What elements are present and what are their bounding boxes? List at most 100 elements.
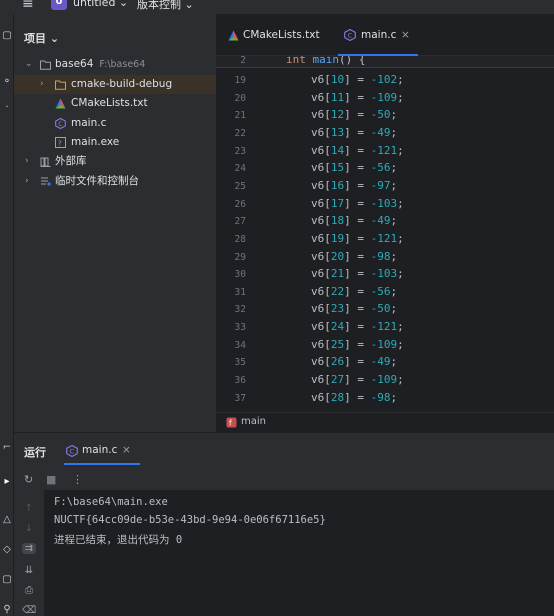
run-tab-label: main.c — [82, 444, 118, 456]
project-panel: 项目 ⌄ ⌄ base64 F:\base64 › cmake-build-deb… — [14, 14, 216, 432]
console-line: F:\base64\main.exe — [54, 496, 168, 508]
tree-item-main-c[interactable]: C main.c — [14, 114, 216, 133]
tab-label: main.c — [361, 29, 397, 41]
code-line: v6[14] = -121; — [311, 143, 404, 157]
line-number: 37 — [234, 392, 246, 404]
code-editor[interactable]: 2 int main() { 19 v6[10] = -102; 20 v6[11] … — [216, 56, 554, 412]
chevron-right-icon[interactable]: › — [25, 172, 29, 191]
code-line: v6[23] = -50; — [311, 302, 398, 316]
tree-label-base64: base64 — [55, 58, 94, 70]
tab-label: CMakeLists.txt — [243, 29, 320, 41]
problems-tool-icon[interactable]: △ — [0, 514, 14, 525]
console-output[interactable]: F:\base64\main.exe NUCTF{64cc09de-b53e-4… — [44, 490, 554, 616]
line-number: 25 — [234, 180, 246, 192]
exe-icon: ? — [55, 137, 66, 148]
tree-label-cmake-build-debug: cmake-build-debug — [71, 78, 173, 90]
rerun-icon[interactable]: ↻ — [24, 473, 33, 486]
code-line: v6[20] = -98; — [311, 249, 398, 263]
code-line: v6[27] = -109; — [311, 373, 404, 387]
build-tool-icon[interactable]: ⌐ — [0, 442, 14, 453]
line-number: 28 — [234, 233, 246, 245]
tab-cmakelists[interactable]: CMakeLists.txt — [226, 24, 336, 56]
code-line: v6[22] = -56; — [311, 284, 398, 298]
editor-tabs: CMakeLists.txt C main.c × — [216, 14, 554, 56]
scroll-to-end-icon[interactable]: ⇊ — [22, 565, 36, 576]
stop-icon[interactable]: ■ — [46, 473, 56, 486]
code-line: v6[25] = -109; — [311, 337, 404, 351]
cmake-icon — [55, 98, 66, 109]
breadcrumb[interactable]: f main — [216, 412, 554, 432]
print-icon[interactable]: ⎙ — [22, 585, 36, 596]
tree-item-external-libraries[interactable]: › 外部库 — [14, 152, 216, 171]
code-line: v6[24] = -121; — [311, 320, 404, 334]
close-icon[interactable]: × — [122, 444, 131, 456]
run-tab-main-c[interactable]: C main.c × — [64, 441, 140, 465]
function-icon: f — [226, 417, 237, 428]
line-number: 30 — [234, 269, 246, 281]
tree-path-base64: F:\base64 — [99, 59, 146, 70]
code-line: v6[16] = -97; — [311, 178, 398, 192]
arrow-up-icon[interactable]: ↑ — [22, 503, 36, 514]
more-options-icon[interactable]: ⋮ — [72, 473, 83, 486]
services-tool-icon[interactable]: ◇ — [0, 544, 14, 555]
line-number: 33 — [234, 322, 246, 334]
code-line: v6[28] = -98; — [311, 390, 398, 404]
run-panel-title: 运行 — [24, 446, 46, 459]
tree-item-cmake-build-debug[interactable]: › cmake-build-debug — [14, 75, 216, 94]
sticky-header[interactable]: 2 int main() { — [216, 56, 554, 68]
commit-tool-icon[interactable]: ⚬ — [0, 76, 14, 87]
project-name[interactable]: untitled ⌄ — [73, 0, 128, 9]
close-icon[interactable]: × — [401, 24, 410, 46]
chevron-down-icon[interactable]: ⌄ — [25, 55, 33, 74]
c-file-icon: C — [66, 445, 78, 457]
tree-item-main-exe[interactable]: ? main.exe — [14, 133, 216, 152]
project-tool-icon[interactable]: ▢ — [0, 30, 14, 41]
code-line: v6[18] = -49; — [311, 214, 398, 228]
line-number: 36 — [234, 375, 246, 387]
soft-wrap-icon[interactable]: ⇉ — [22, 543, 36, 554]
tree-item-cmakelists[interactable]: CMakeLists.txt — [14, 94, 216, 113]
title-bar: ≡ U untitled ⌄ 版本控制 ⌄ — [0, 0, 554, 14]
chevron-right-icon[interactable]: › — [40, 75, 44, 94]
activity-bar: ▢ ⚬ · ⌐ ▸ △ ◇ ▢ ⚲ — [0, 14, 14, 616]
trash-icon[interactable]: ⌫ — [22, 605, 36, 616]
chevron-right-icon[interactable]: › — [25, 152, 29, 171]
console-line: 进程已结束，退出代码为 0 — [54, 534, 183, 546]
line-number: 23 — [234, 145, 246, 157]
c-file-icon: C — [344, 29, 356, 41]
svg-text:C: C — [348, 32, 353, 40]
scratch-icon — [41, 177, 51, 186]
c-file-icon: C — [55, 118, 66, 129]
library-icon — [40, 157, 51, 167]
tab-main-c[interactable]: C main.c × — [338, 24, 418, 56]
tree-label-external-libraries: 外部库 — [55, 155, 87, 167]
code-line: v6[19] = -121; — [311, 231, 404, 245]
more-tools-icon[interactable]: · — [0, 102, 14, 113]
line-number: 31 — [234, 286, 246, 298]
svg-text:?: ? — [58, 140, 62, 148]
svg-text:C: C — [70, 448, 75, 456]
git-tool-icon[interactable]: ⚲ — [0, 604, 14, 615]
project-badge[interactable]: U — [51, 0, 67, 10]
line-number: 34 — [234, 339, 246, 351]
project-panel-header[interactable]: 项目 ⌄ — [24, 30, 59, 46]
tree-item-base64[interactable]: ⌄ base64 F:\base64 — [14, 55, 216, 74]
breadcrumb-item[interactable]: main — [241, 416, 266, 427]
console-line: NUCTF{64cc09de-b53e-43bd-9e94-0e06f67116… — [54, 514, 326, 526]
code-line: v6[15] = -56; — [311, 161, 398, 175]
run-tool-icon[interactable]: ▸ — [0, 476, 14, 487]
line-number: 26 — [234, 198, 246, 210]
line-number: 24 — [234, 163, 246, 175]
tree-label-main-c: main.c — [71, 117, 107, 129]
hamburger-icon[interactable]: ≡ — [22, 0, 34, 12]
cmake-icon — [228, 30, 239, 41]
code-line: v6[17] = -103; — [311, 196, 404, 210]
arrow-down-icon[interactable]: ↓ — [22, 523, 36, 534]
line-number: 35 — [234, 357, 246, 369]
terminal-tool-icon[interactable]: ▢ — [0, 574, 14, 585]
tree-item-scratches[interactable]: › 临时文件和控制台 — [14, 172, 216, 191]
vcs-menu[interactable]: 版本控制 ⌄ — [137, 0, 194, 12]
tree-label-main-exe: main.exe — [71, 136, 120, 148]
line-number: 27 — [234, 216, 246, 228]
code-line: v6[26] = -49; — [311, 355, 398, 369]
